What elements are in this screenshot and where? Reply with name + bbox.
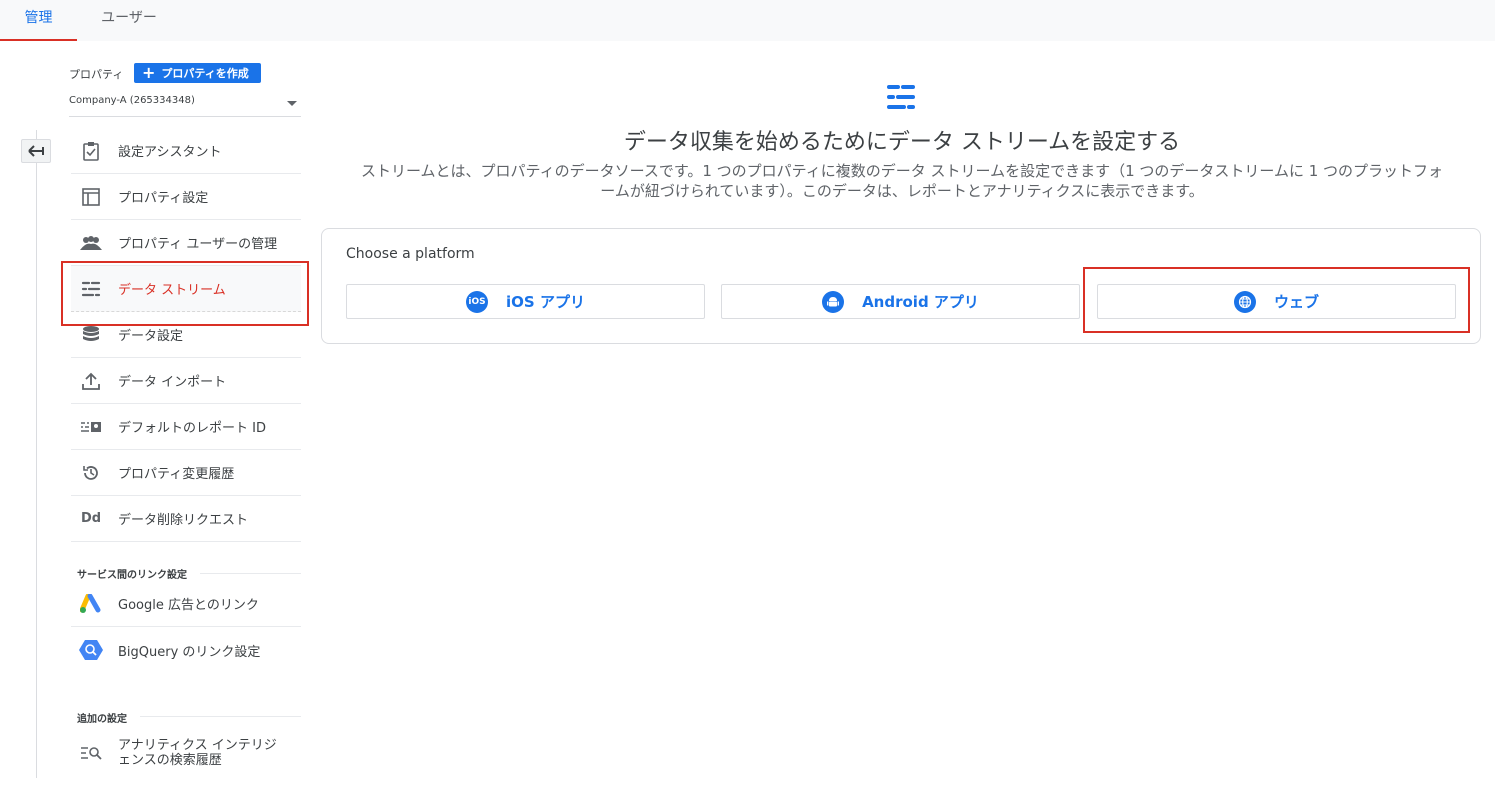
ios-icon: iOS bbox=[466, 290, 489, 313]
admin-nav: 設定アシスタント プロパティ設定 プロパティ ユーザーの管理 データ ストリーム… bbox=[71, 128, 301, 542]
active-tab-underline bbox=[0, 39, 77, 41]
nav-item-label: データ インポート bbox=[118, 375, 227, 390]
google-ads-icon bbox=[78, 593, 104, 614]
page-title: データ収集を始めるためにデータ ストリームを設定する bbox=[623, 130, 1181, 155]
clipboard-check-icon bbox=[78, 141, 104, 161]
database-icon bbox=[78, 325, 104, 345]
people-icon bbox=[78, 233, 104, 253]
nav-item-label: BigQuery のリンク設定 bbox=[118, 644, 261, 660]
section-divider bbox=[140, 716, 301, 717]
extra-section-heading: 追加の設定 bbox=[77, 714, 127, 725]
plus-icon: + bbox=[142, 63, 156, 82]
data-streams-hero-icon bbox=[887, 85, 915, 109]
description-line-1: ストリームとは、プロパティのデータソースです。1 つのプロパティに複数のデータ … bbox=[360, 162, 1444, 180]
create-property-label: プロパティを作成 bbox=[161, 67, 249, 80]
platform-card-title: Choose a platform bbox=[346, 246, 475, 262]
chevron-down-icon bbox=[287, 101, 297, 106]
nav-item-label: プロパティ設定 bbox=[118, 191, 209, 206]
nav-item-setup-assistant[interactable]: 設定アシスタント bbox=[71, 128, 301, 174]
nav-item-change-history[interactable]: プロパティ変更履歴 bbox=[71, 450, 301, 496]
property-select-value: Company-A (265334348) bbox=[69, 95, 195, 106]
links-nav: Google 広告とのリンク BigQuery のリンク設定 bbox=[71, 581, 301, 673]
platform-ios-button[interactable]: iOS iOS アプリ bbox=[346, 284, 705, 319]
nav-item-label: データ削除リクエスト bbox=[118, 513, 249, 528]
page-description: ストリームとは、プロパティのデータソースです。1 つのプロパティに複数のデータ … bbox=[322, 161, 1482, 201]
tab-user[interactable]: ユーザー bbox=[88, 0, 170, 41]
description-line-2: ームが紐づけられています）。このデータは、レポートとアナリティクスに表示できます… bbox=[600, 182, 1204, 200]
nav-item-bigquery-link[interactable]: BigQuery のリンク設定 bbox=[71, 627, 301, 673]
upload-icon bbox=[78, 371, 104, 391]
nav-item-label: プロパティ変更履歴 bbox=[118, 467, 235, 482]
nav-item-default-report-id[interactable]: デフォルトのレポート ID bbox=[71, 404, 301, 450]
layout-icon bbox=[78, 187, 104, 207]
property-label: プロパティ bbox=[69, 68, 124, 81]
nav-item-label: デフォルトのレポート ID bbox=[118, 421, 266, 436]
create-property-button[interactable]: + プロパティを作成 bbox=[134, 63, 261, 83]
collapse-button[interactable] bbox=[21, 139, 51, 163]
platform-ios-label: iOS アプリ bbox=[506, 293, 585, 311]
nav-item-label: 設定アシスタント bbox=[118, 145, 222, 160]
bigquery-icon bbox=[78, 640, 104, 660]
tab-admin-label: 管理 bbox=[24, 10, 53, 26]
nav-item-label: プロパティ ユーザーの管理 bbox=[118, 237, 278, 252]
links-section-heading: サービス間のリンク設定 bbox=[77, 570, 187, 581]
nav-item-user-management[interactable]: プロパティ ユーザーの管理 bbox=[71, 220, 301, 266]
nav-item-property-settings[interactable]: プロパティ設定 bbox=[71, 174, 301, 220]
dd-icon: Dd bbox=[80, 511, 102, 526]
left-rail-line bbox=[36, 130, 37, 778]
platform-android-button[interactable]: Android アプリ bbox=[721, 284, 1080, 319]
nav-item-label-line1: アナリティクス インテリジ bbox=[118, 738, 277, 753]
search-history-icon bbox=[78, 746, 104, 760]
android-icon bbox=[822, 290, 845, 313]
history-icon bbox=[78, 463, 104, 483]
nav-item-label: データ設定 bbox=[118, 329, 184, 344]
section-divider bbox=[200, 573, 301, 574]
highlight-box-web bbox=[1083, 267, 1470, 333]
nav-item-data-deletion[interactable]: Dd データ削除リクエスト bbox=[71, 496, 301, 542]
tab-user-label: ユーザー bbox=[101, 10, 157, 26]
report-id-icon bbox=[78, 417, 104, 437]
nav-item-intelligence-history[interactable]: アナリティクス インテリジ ェンスの検索履歴 bbox=[71, 736, 301, 770]
nav-item-google-ads-link[interactable]: Google 広告とのリンク bbox=[71, 581, 301, 627]
back-arrow-icon bbox=[28, 145, 44, 157]
platform-android-label: Android アプリ bbox=[862, 293, 979, 311]
nav-item-data-import[interactable]: データ インポート bbox=[71, 358, 301, 404]
nav-item-label-line2: ェンスの検索履歴 bbox=[118, 753, 222, 768]
tab-admin[interactable]: 管理 bbox=[0, 0, 77, 41]
highlight-box-data-streams bbox=[61, 261, 309, 326]
property-select[interactable]: Company-A (265334348) bbox=[69, 95, 301, 117]
nav-item-label: Google 広告とのリンク bbox=[118, 598, 259, 613]
top-tab-bar: 管理 ユーザー bbox=[0, 0, 1495, 41]
